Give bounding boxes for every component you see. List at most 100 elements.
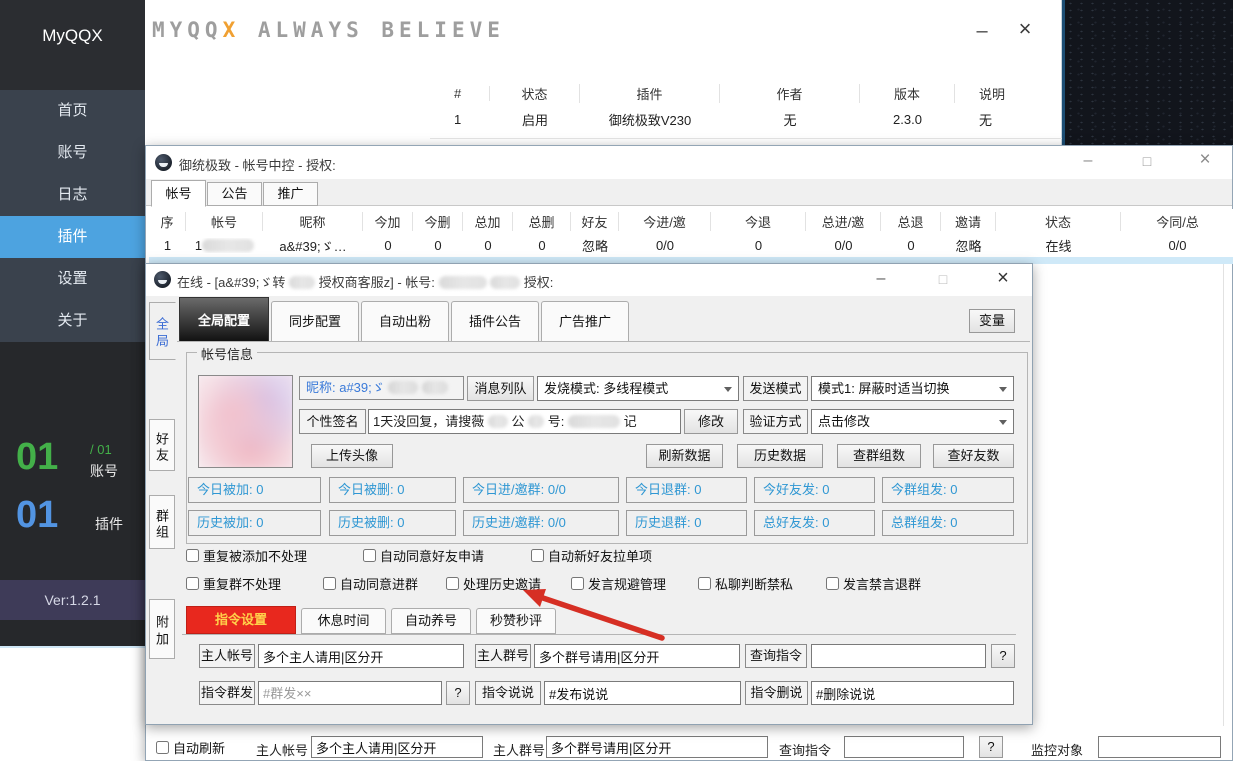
cell: 无 <box>955 110 1055 129</box>
side-tab-extra[interactable]: 附加 <box>149 599 175 659</box>
cell-account: 1 <box>186 238 263 253</box>
cmd-group-send-input[interactable] <box>258 681 442 705</box>
divider <box>0 646 145 648</box>
cmd-tab-instant-like[interactable]: 秒赞秒评 <box>476 608 556 634</box>
main-minimize-button[interactable]: – <box>965 18 999 44</box>
message-queue-button[interactable]: 消息列队 <box>467 376 534 401</box>
checkbox[interactable] <box>363 549 376 562</box>
query-friend-count-button[interactable]: 查好友数 <box>933 444 1014 468</box>
top-tab-plugin-news[interactable]: 插件公告 <box>451 301 539 342</box>
cmd-tab-auto-raise[interactable]: 自动养号 <box>391 608 471 634</box>
nav-item-home[interactable]: 首页 <box>0 90 145 132</box>
cmd-group-send-help-button[interactable]: ? <box>446 681 470 705</box>
side-tab-groups[interactable]: 群组 <box>149 495 175 549</box>
modify-button[interactable]: 修改 <box>684 409 738 434</box>
cmd-master-group-input[interactable] <box>534 644 740 668</box>
control-minimize-button[interactable]: – <box>1071 148 1105 174</box>
account-maximize-button[interactable]: □ <box>928 266 958 292</box>
account-minimize-button[interactable]: – <box>866 266 896 292</box>
query-help-button[interactable]: ? <box>979 736 1003 758</box>
scrollbar-track[interactable] <box>1223 264 1224 726</box>
control-maximize-button[interactable]: □ <box>1130 148 1164 174</box>
auto-refresh-box[interactable] <box>156 741 169 754</box>
checkbox[interactable] <box>571 577 584 590</box>
cmd-master-group-label[interactable]: 主人群号 <box>475 644 531 668</box>
nav-item-logs[interactable]: 日志 <box>0 174 145 216</box>
master-group-input[interactable] <box>546 736 768 758</box>
redacted-signature <box>568 415 620 428</box>
check-speech-evasion[interactable]: 发言规避管理 <box>571 574 666 593</box>
cmd-delete-shuo-input[interactable] <box>811 681 1014 705</box>
tab-promotion[interactable]: 推广 <box>263 182 318 206</box>
cmd-tab-commands[interactable]: 指令设置 <box>186 606 296 634</box>
tab-accounts[interactable]: 帐号 <box>151 180 206 207</box>
checkbox[interactable] <box>826 577 839 590</box>
tab-announcement[interactable]: 公告 <box>207 182 262 206</box>
cmd-tab-rest-time[interactable]: 休息时间 <box>301 608 386 634</box>
stat-history-deleted: 历史被删: 0 <box>329 510 456 536</box>
variable-button[interactable]: 变量 <box>969 309 1015 333</box>
cmd-delete-shuo-label[interactable]: 指令删说 <box>745 681 808 705</box>
upload-avatar-button[interactable]: 上传头像 <box>311 444 393 468</box>
cmd-shuoshuo-input[interactable] <box>544 681 741 705</box>
checkbox[interactable] <box>446 577 459 590</box>
fever-mode-select[interactable]: 发烧模式: 多线程模式 <box>537 376 739 401</box>
master-account-input[interactable] <box>311 736 483 758</box>
control-close-button[interactable]: × <box>1188 147 1222 173</box>
nav-item-accounts[interactable]: 账号 <box>0 132 145 174</box>
checkbox[interactable] <box>323 577 336 590</box>
verify-mode-button[interactable]: 验证方式 <box>743 409 808 434</box>
check-handle-history-invites[interactable]: 处理历史邀请 <box>446 574 541 593</box>
history-data-button[interactable]: 历史数据 <box>737 444 823 468</box>
account-count-label: 账号 <box>90 461 118 481</box>
nav-item-plugins[interactable]: 插件 <box>0 216 145 258</box>
plugin-table-row[interactable]: 1 启用 御统极致V230 无 2.3.0 无 <box>440 106 1055 132</box>
top-tab-ad-promo[interactable]: 广告推广 <box>541 301 629 342</box>
nickname-box[interactable]: 昵称: a#39;ゞ <box>299 376 464 400</box>
refresh-data-button[interactable]: 刷新数据 <box>646 444 723 468</box>
checkbox[interactable] <box>698 577 711 590</box>
check-dup-add[interactable]: 重复被添加不处理 <box>186 546 307 565</box>
checkbox[interactable] <box>531 549 544 562</box>
fever-mode-value: 发烧模式: 多线程模式 <box>544 381 668 396</box>
main-close-button[interactable]: × <box>1008 16 1042 42</box>
check-private-chat-ban[interactable]: 私聊判断禁私 <box>698 574 793 593</box>
auto-refresh-checkbox[interactable]: 自动刷新 <box>156 738 225 757</box>
signature-input[interactable]: 1天没回复，请搜薇 公 号: 记 <box>368 409 681 434</box>
signature-button[interactable]: 个性签名 <box>299 409 366 434</box>
nav-item-settings[interactable]: 设置 <box>0 258 145 300</box>
verify-mode-select[interactable]: 点击修改 <box>811 409 1014 434</box>
stat-today-deleted: 今日被删: 0 <box>329 477 456 503</box>
send-mode-button[interactable]: 发送模式 <box>743 376 808 401</box>
query-cmd-input[interactable] <box>844 736 964 758</box>
cmd-query-label[interactable]: 查询指令 <box>745 644 807 668</box>
check-dup-group[interactable]: 重复群不处理 <box>186 574 281 593</box>
top-tab-auto-fans[interactable]: 自动出粉 <box>361 301 449 342</box>
account-table-row[interactable]: 1 1 a&#39;ゞ… 0 0 0 0 忽略 0/0 0 0/0 0 忽略 在… <box>149 233 1233 257</box>
checkbox[interactable] <box>186 549 199 562</box>
brand-suffix: ALWAYS BELIEVE <box>240 18 505 42</box>
check-auto-join-group[interactable]: 自动同意进群 <box>323 574 418 593</box>
cmd-shuoshuo-label[interactable]: 指令说说 <box>475 681 541 705</box>
cell: 0/0 <box>1121 238 1233 253</box>
top-tab-sync-config[interactable]: 同步配置 <box>271 301 359 342</box>
cmd-query-input[interactable] <box>811 644 986 668</box>
send-mode-select[interactable]: 模式1: 屏蔽时适当切换 <box>811 376 1014 401</box>
query-group-count-button[interactable]: 查群组数 <box>837 444 921 468</box>
top-tab-global-config[interactable]: 全局配置 <box>179 297 269 342</box>
check-muted-quit-group[interactable]: 发言禁言退群 <box>826 574 921 593</box>
checkbox[interactable] <box>186 577 199 590</box>
cmd-master-account-input[interactable] <box>258 644 464 668</box>
account-close-button[interactable]: × <box>988 265 1018 291</box>
side-tab-friends[interactable]: 好友 <box>149 419 175 471</box>
check-new-friend-single[interactable]: 自动新好友拉单项 <box>531 546 652 565</box>
cmd-group-send-label[interactable]: 指令群发 <box>199 681 255 705</box>
side-tab-global[interactable]: 全局 <box>149 302 176 360</box>
nav-item-about[interactable]: 关于 <box>0 300 145 342</box>
cmd-query-help-button[interactable]: ? <box>991 644 1015 668</box>
monitor-input[interactable] <box>1098 736 1221 758</box>
cell: 0 <box>513 238 571 253</box>
check-auto-accept-friend[interactable]: 自动同意好友申请 <box>363 546 484 565</box>
col-header: 今进/邀 <box>619 212 711 231</box>
cmd-master-account-label[interactable]: 主人帐号 <box>199 644 255 668</box>
